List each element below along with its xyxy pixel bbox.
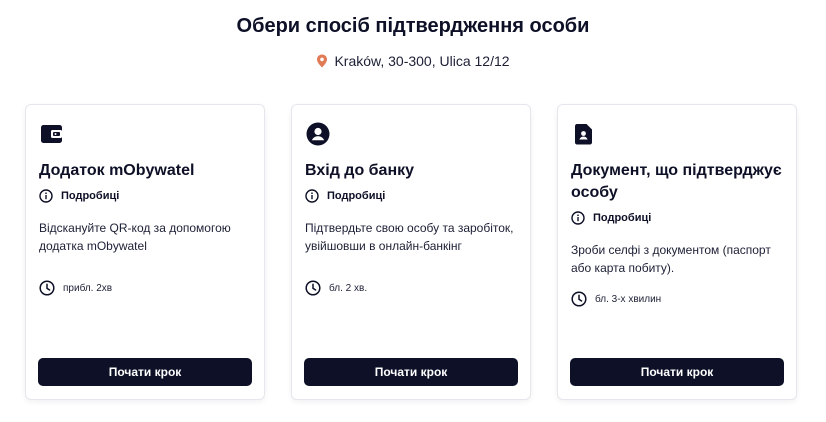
time-estimate: бл. 3-х хвилин bbox=[571, 291, 661, 307]
time-estimate: прибл. 2хв bbox=[39, 280, 112, 296]
info-icon bbox=[305, 189, 319, 203]
user-circle-icon bbox=[305, 121, 331, 147]
card-bank-login: Вхід до банку Подробиці Підтвердьте свою… bbox=[291, 104, 531, 400]
wallet-icon bbox=[39, 121, 65, 147]
start-step-button[interactable]: Почати крок bbox=[570, 358, 784, 386]
card-title: Вхід до банку bbox=[305, 162, 415, 179]
card-id-document: Документ, що підтверджує особу Подробиці… bbox=[557, 104, 797, 400]
details-label: Подробиці bbox=[327, 190, 386, 202]
start-step-button[interactable]: Почати крок bbox=[304, 358, 518, 386]
details-link[interactable]: Подробиці bbox=[305, 189, 385, 203]
card-title: Документ, що підтверджує особу bbox=[571, 162, 782, 201]
card-mobywatel: Додаток mObywatel Подробиці Відскануйте … bbox=[25, 104, 265, 400]
card-title: Додаток mObywatel bbox=[39, 162, 195, 179]
info-icon bbox=[39, 189, 53, 203]
time-estimate: бл. 2 хв. bbox=[305, 280, 367, 296]
clock-icon bbox=[571, 291, 587, 307]
start-step-button[interactable]: Почати крок bbox=[38, 358, 252, 386]
card-description: Підтвердьте свою особу та заробіток, уві… bbox=[305, 221, 514, 253]
location-text: Kraków, 30-300, Ulica 12/12 bbox=[334, 53, 510, 69]
verification-methods: Додаток mObywatel Подробиці Відскануйте … bbox=[25, 104, 797, 400]
details-link[interactable]: Подробиці bbox=[39, 189, 119, 203]
time-text: прибл. 2хв bbox=[63, 282, 113, 294]
id-document-icon bbox=[571, 121, 597, 147]
time-text: бл. 2 хв. bbox=[329, 282, 368, 294]
location: Kraków, 30-300, Ulica 12/12 bbox=[0, 53, 826, 69]
page-title: Обери спосіб підтвердження особи bbox=[236, 15, 590, 37]
details-label: Подробиці bbox=[593, 212, 652, 224]
info-icon bbox=[571, 211, 585, 225]
time-text: бл. 3-х хвилин bbox=[595, 293, 662, 305]
details-label: Подробиці bbox=[61, 190, 120, 202]
clock-icon bbox=[39, 280, 55, 296]
card-description: Зроби селфі з документом (паспорт або ка… bbox=[571, 243, 771, 275]
clock-icon bbox=[305, 280, 321, 296]
card-description: Відскануйте QR-код за допомогою додатка … bbox=[39, 221, 231, 253]
details-link[interactable]: Подробиці bbox=[571, 211, 651, 225]
map-pin-icon bbox=[316, 54, 328, 68]
